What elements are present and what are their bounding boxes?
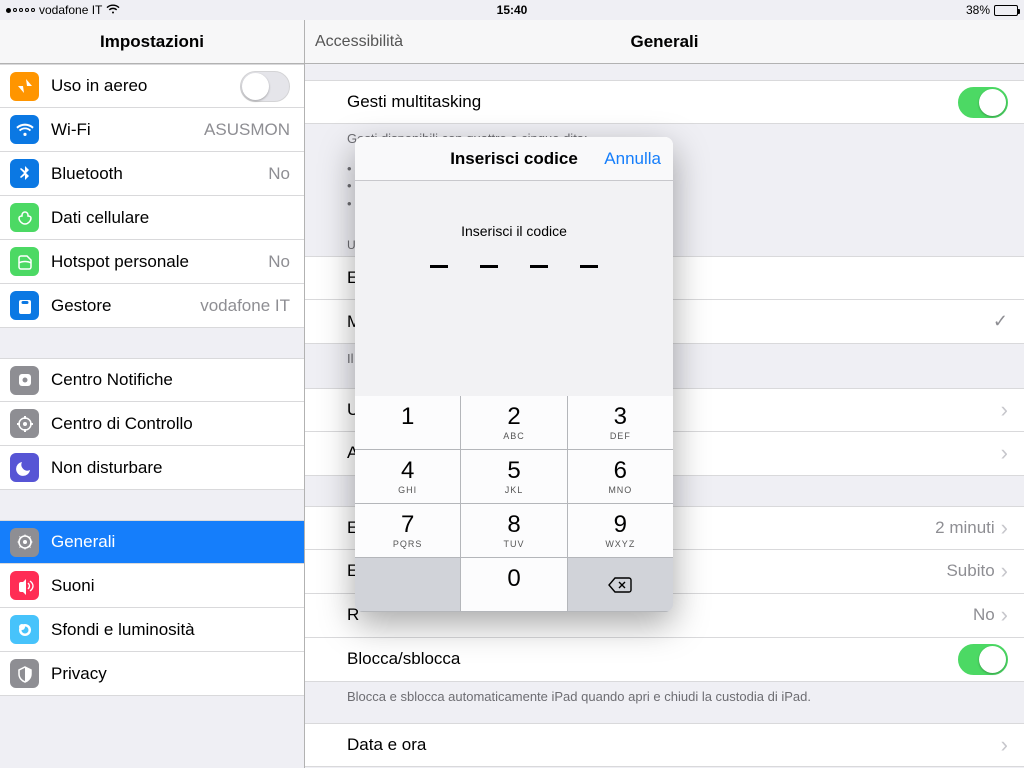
chevron-right-icon: ›	[1001, 558, 1008, 584]
sidebar-item-label: Suoni	[51, 576, 290, 596]
sidebar-item-label: Centro di Controllo	[51, 414, 290, 434]
sidebar-item-label: Wi-Fi	[51, 120, 196, 140]
sidebar-switch[interactable]	[240, 71, 290, 102]
chevron-right-icon: ›	[1001, 440, 1008, 466]
detail-navbar: Accessibilità Generali	[305, 20, 1024, 64]
sidebar-item-label: Privacy	[51, 664, 290, 684]
chevron-right-icon: ›	[1001, 732, 1008, 758]
keypad-key-3[interactable]: 3DEF	[568, 396, 673, 450]
gesti-switch[interactable]	[958, 87, 1008, 118]
clock-time: 15:40	[497, 3, 528, 17]
keypad-key-1[interactable]: 1	[355, 396, 461, 450]
sidebar-item-8[interactable]: Non disturbare	[0, 446, 304, 490]
sidebar-item-9[interactable]: Generali	[0, 520, 304, 564]
settings-sidebar: Impostazioni Uso in aereo Wi-Fi ASUSMON Blu…	[0, 20, 305, 768]
sidebar-item-label: Uso in aereo	[51, 76, 240, 96]
sidebar-item-label: Non disturbare	[51, 458, 290, 478]
sidebar-item-value: No	[268, 252, 290, 272]
cell-signal-icon	[6, 8, 35, 13]
sidebar-item-value: vodafone IT	[200, 296, 290, 316]
back-button[interactable]: Accessibilità	[315, 33, 403, 51]
chevron-right-icon: ›	[1001, 397, 1008, 423]
sidebar-item-12[interactable]: Privacy	[0, 652, 304, 696]
sidebar-item-0[interactable]: Uso in aereo	[0, 64, 304, 108]
sidebar-item-2[interactable]: Bluetooth No	[0, 152, 304, 196]
keypad-blank	[355, 558, 461, 612]
sidebar-item-10[interactable]: Suoni	[0, 564, 304, 608]
modal-prompt: Inserisci il codice	[355, 223, 673, 239]
sidebar-item-label: Gestore	[51, 296, 192, 316]
blocca-description: Blocca e sblocca automaticamente iPad qu…	[305, 682, 1024, 718]
detail-title: Generali	[630, 32, 698, 52]
battery-percent: 38%	[966, 3, 990, 17]
sidebar-item-3[interactable]: Dati cellulare	[0, 196, 304, 240]
sidebar-item-1[interactable]: Wi-Fi ASUSMON	[0, 108, 304, 152]
keypad-backspace[interactable]	[568, 558, 673, 612]
keypad-key-7[interactable]: 7PQRS	[355, 504, 461, 558]
passcode-modal: Inserisci codice Annulla Inserisci il co…	[355, 137, 673, 612]
sidebar-icon	[10, 615, 39, 644]
sidebar-item-6[interactable]: Centro Notifiche	[0, 358, 304, 402]
keypad-key-9[interactable]: 9WXYZ	[568, 504, 673, 558]
sidebar-icon	[10, 159, 39, 188]
sidebar-icon	[10, 571, 39, 600]
sidebar-icon	[10, 291, 39, 320]
sidebar-icon	[10, 453, 39, 482]
carrier-label: vodafone IT	[39, 3, 102, 17]
row-blocca-sblocca[interactable]: Blocca/sblocca	[305, 638, 1024, 682]
sidebar-item-label: Centro Notifiche	[51, 370, 290, 390]
sidebar-item-5[interactable]: Gestore vodafone IT	[0, 284, 304, 328]
sidebar-icon	[10, 72, 39, 101]
sidebar-icon	[10, 247, 39, 276]
row-gesti-multitasking[interactable]: Gesti multitasking	[305, 80, 1024, 124]
sidebar-item-label: Bluetooth	[51, 164, 260, 184]
keypad-key-2[interactable]: 2ABC	[461, 396, 567, 450]
wifi-icon	[106, 3, 120, 17]
keypad-key-6[interactable]: 6MNO	[568, 450, 673, 504]
row-data-ora[interactable]: Data e ora›	[305, 723, 1024, 767]
passcode-dashes	[355, 265, 673, 268]
sidebar-item-value: No	[268, 164, 290, 184]
sidebar-item-value: ASUSMON	[204, 120, 290, 140]
sidebar-icon	[10, 203, 39, 232]
sidebar-item-label: Generali	[51, 532, 290, 552]
keypad-key-8[interactable]: 8TUV	[461, 504, 567, 558]
sidebar-icon	[10, 659, 39, 688]
numeric-keypad: 12ABC3DEF 4GHI5JKL6MNO 7PQRS8TUV9WXYZ0	[355, 396, 673, 612]
sidebar-item-label: Hotspot personale	[51, 252, 260, 272]
sidebar-item-4[interactable]: Hotspot personale No	[0, 240, 304, 284]
battery-icon	[994, 5, 1018, 16]
sidebar-title: Impostazioni	[0, 20, 304, 64]
sidebar-icon	[10, 115, 39, 144]
chevron-right-icon: ›	[1001, 515, 1008, 541]
cancel-button[interactable]: Annulla	[604, 149, 661, 169]
sidebar-item-7[interactable]: Centro di Controllo	[0, 402, 304, 446]
status-bar: vodafone IT 15:40 38%	[0, 0, 1024, 20]
keypad-key-5[interactable]: 5JKL	[461, 450, 567, 504]
sidebar-icon	[10, 366, 39, 395]
keypad-key-4[interactable]: 4GHI	[355, 450, 461, 504]
modal-title: Inserisci codice	[450, 149, 578, 169]
keypad-key-0[interactable]: 0	[461, 558, 567, 612]
sidebar-icon	[10, 409, 39, 438]
sidebar-item-label: Sfondi e luminosità	[51, 620, 290, 640]
chevron-right-icon: ›	[1001, 602, 1008, 628]
sidebar-item-label: Dati cellulare	[51, 208, 290, 228]
check-icon: ✓	[993, 311, 1008, 332]
blocca-switch[interactable]	[958, 644, 1008, 675]
sidebar-icon	[10, 528, 39, 557]
sidebar-item-11[interactable]: Sfondi e luminosità	[0, 608, 304, 652]
